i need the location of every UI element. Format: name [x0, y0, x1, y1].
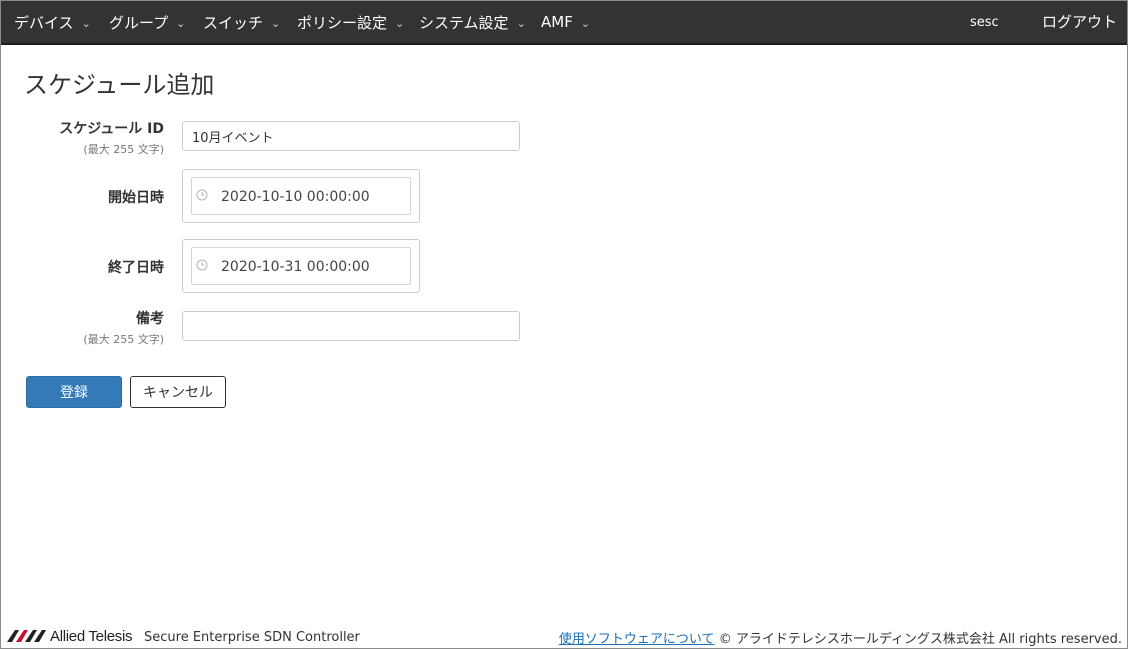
chevron-down-icon: ⌄	[516, 16, 526, 30]
schedule-id-label: スケジュール ID	[59, 121, 164, 137]
remarks-label-group: 備考 (最大 255 文字)	[83, 308, 164, 347]
current-user[interactable]: sesc	[970, 1, 999, 43]
nav-devices-label: デバイス	[14, 13, 74, 32]
clock-icon	[196, 259, 208, 271]
remarks-hint: (最大 255 文字)	[83, 333, 164, 346]
nav-amf-label: AMF	[541, 13, 573, 31]
cancel-button[interactable]: キャンセル	[130, 376, 226, 408]
nav-switches-label: スイッチ	[203, 13, 264, 32]
clock-icon	[196, 189, 208, 201]
copyright-text: © アライドテレシスホールディングス株式会社 All rights reserv…	[718, 632, 1122, 647]
product-name: Secure Enterprise SDN Controller	[144, 630, 360, 645]
start-datetime-label: 開始日時	[108, 190, 164, 206]
nav-system-settings-label: システム設定	[419, 13, 509, 32]
start-datetime-label-group: 開始日時	[108, 187, 164, 207]
nav-system-settings[interactable]: システム設定 ⌄	[419, 1, 526, 43]
end-datetime-field[interactable]: 2020-10-31 00:00:00	[191, 247, 411, 285]
nav-policy-settings-label: ポリシー設定	[297, 13, 388, 32]
logout-button[interactable]: ログアウト	[1042, 1, 1117, 41]
end-datetime-picker: 2020-10-31 00:00:00	[182, 239, 420, 293]
start-datetime-field[interactable]: 2020-10-10 00:00:00	[191, 177, 411, 215]
chevron-down-icon: ⌄	[81, 16, 91, 30]
end-datetime-value: 2020-10-31 00:00:00	[221, 259, 370, 275]
start-datetime-value: 2020-10-10 00:00:00	[221, 189, 370, 205]
start-datetime-picker: 2020-10-10 00:00:00	[182, 169, 420, 223]
top-navbar: デバイス ⌄ グループ ⌄ スイッチ ⌄ ポリシー設定 ⌄ システム設定 ⌄ A…	[1, 1, 1127, 45]
nav-groups-label: グループ	[109, 13, 169, 32]
schedule-id-label-group: スケジュール ID (最大 255 文字)	[59, 118, 164, 157]
end-datetime-label-group: 終了日時	[108, 257, 164, 277]
nav-switches[interactable]: スイッチ ⌄	[203, 1, 280, 43]
software-info-link[interactable]: 使用ソフトウェアについて	[559, 632, 715, 647]
register-button[interactable]: 登録	[26, 376, 122, 408]
logo-mark-icon	[7, 630, 46, 642]
chevron-down-icon: ⌄	[271, 16, 281, 30]
nav-policy-settings[interactable]: ポリシー設定 ⌄	[297, 1, 404, 43]
nav-amf[interactable]: AMF ⌄	[541, 1, 590, 43]
remarks-input[interactable]	[182, 311, 520, 341]
allied-telesis-logo: Allied Telesis	[7, 627, 133, 645]
schedule-id-input[interactable]	[182, 121, 520, 151]
chevron-down-icon: ⌄	[176, 16, 186, 30]
end-datetime-label: 終了日時	[108, 260, 164, 276]
page-title: スケジュール追加	[24, 71, 215, 99]
nav-groups[interactable]: グループ ⌄	[109, 1, 185, 43]
schedule-id-hint: (最大 255 文字)	[83, 143, 164, 156]
footer-right: 使用ソフトウェアについて © アライドテレシスホールディングス株式会社 All …	[559, 628, 1122, 647]
chevron-down-icon: ⌄	[580, 16, 591, 30]
chevron-down-icon: ⌄	[395, 16, 405, 30]
remarks-label: 備考	[136, 311, 164, 327]
nav-devices[interactable]: デバイス ⌄	[14, 1, 91, 43]
logo-text: Allied Telesis	[50, 627, 133, 645]
app-window: デバイス ⌄ グループ ⌄ スイッチ ⌄ ポリシー設定 ⌄ システム設定 ⌄ A…	[0, 0, 1128, 649]
